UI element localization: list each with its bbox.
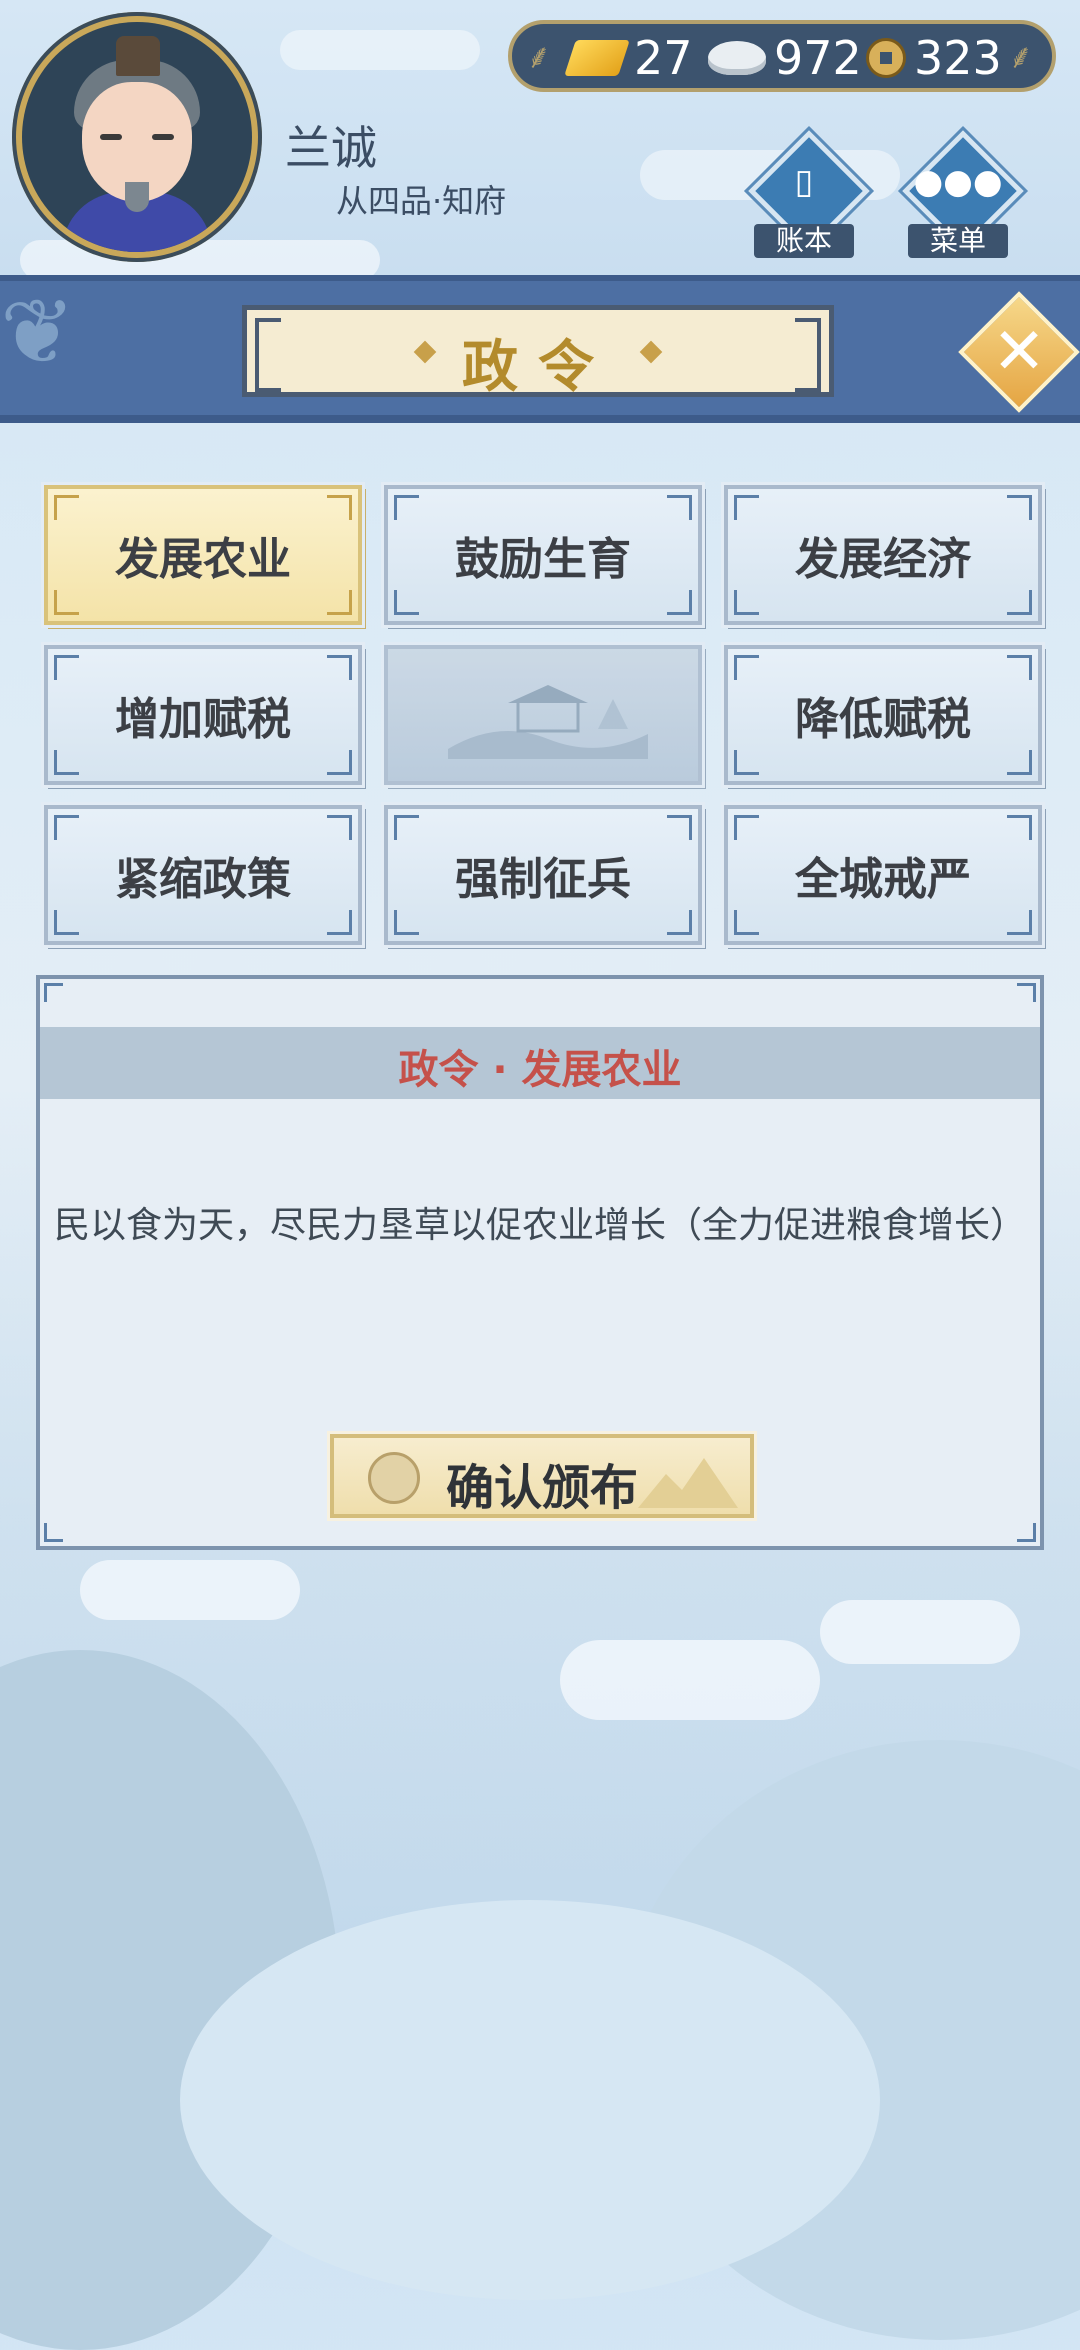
player-name: 兰诚 bbox=[285, 121, 377, 175]
player-rank: 从四品·知府 bbox=[336, 182, 507, 220]
avatar[interactable] bbox=[12, 12, 262, 262]
detail-description: 民以食为天，尽民力垦草以促农业增长（全力促进粮食增长） bbox=[54, 1205, 1027, 1246]
silver-ingot-icon bbox=[708, 41, 766, 75]
policy-label: 强制征兵 bbox=[455, 854, 631, 905]
policy-label: 发展经济 bbox=[795, 534, 971, 585]
policy-label: 降低赋税 bbox=[795, 694, 971, 745]
gold-value: 27 bbox=[634, 31, 693, 85]
currency-bar: ⸙ 27 972 323 ⸙ bbox=[508, 20, 1056, 92]
bamboo-left-icon: ⸙ bbox=[526, 37, 552, 77]
ledger-button[interactable]: ▯ 账本 bbox=[744, 130, 870, 260]
menu-label: 菜单 bbox=[908, 224, 1008, 258]
more-dots-icon: ●●● bbox=[913, 162, 1003, 202]
confirm-issue-button[interactable]: 确认颁布 bbox=[327, 1431, 757, 1521]
detail-header: 政令 · 发展农业 bbox=[40, 1027, 1040, 1099]
book-icon: ▯ bbox=[794, 162, 814, 202]
gold-ingot-icon bbox=[564, 40, 630, 76]
policy-austerity[interactable]: 紧缩政策 bbox=[41, 802, 365, 948]
policy-conscription[interactable]: 强制征兵 bbox=[381, 802, 705, 948]
gold-counter: 27 bbox=[564, 30, 693, 86]
detail-title: 政令 · 发展农业 bbox=[398, 1047, 682, 1093]
policy-label: 鼓励生育 bbox=[455, 534, 631, 585]
close-icon: ✕ bbox=[992, 315, 1046, 389]
policy-label: 全城戒严 bbox=[795, 854, 971, 905]
bamboo-leaf-icon: ❦ bbox=[0, 280, 76, 385]
policy-detail-panel: 政令 · 发展农业 民以食为天，尽民力垦草以促农业增长（全力促进粮食增长） 确认… bbox=[36, 975, 1044, 1550]
copper-coin-icon bbox=[866, 38, 906, 78]
page-title: 政令 bbox=[462, 335, 614, 400]
policy-develop-economy[interactable]: 发展经济 bbox=[721, 482, 1045, 628]
policy-reduce-tax[interactable]: 降低赋税 bbox=[721, 642, 1045, 788]
ledger-label: 账本 bbox=[754, 224, 854, 258]
pavilion-landscape-icon bbox=[448, 685, 648, 759]
avatar-portrait bbox=[22, 22, 252, 252]
policy-develop-agriculture[interactable]: 发展农业 bbox=[41, 482, 365, 628]
top-header: 兰诚 从四品·知府 ⸙ 27 972 323 ⸙ ▯ 账本 ●●● 菜单 bbox=[0, 0, 1080, 275]
bamboo-right-icon: ⸙ bbox=[1008, 37, 1034, 77]
policy-label: 增加赋税 bbox=[115, 694, 291, 745]
coin-counter: 323 bbox=[866, 30, 1002, 86]
policy-encourage-birth[interactable]: 鼓励生育 bbox=[381, 482, 705, 628]
policy-locked-slot bbox=[381, 642, 705, 788]
policy-label: 发展农业 bbox=[115, 534, 291, 585]
coin-value: 323 bbox=[914, 31, 1002, 85]
silver-counter: 972 bbox=[708, 30, 862, 86]
menu-button[interactable]: ●●● 菜单 bbox=[898, 130, 1024, 260]
policy-label: 紧缩政策 bbox=[115, 854, 291, 905]
title-plaque: 政令 bbox=[242, 305, 834, 400]
title-banner: 政令 ✕ bbox=[0, 275, 1080, 423]
mountain-icon bbox=[638, 1458, 738, 1508]
silver-value: 972 bbox=[774, 31, 862, 85]
policy-increase-tax[interactable]: 增加赋税 bbox=[41, 642, 365, 788]
policy-martial-law[interactable]: 全城戒严 bbox=[721, 802, 1045, 948]
